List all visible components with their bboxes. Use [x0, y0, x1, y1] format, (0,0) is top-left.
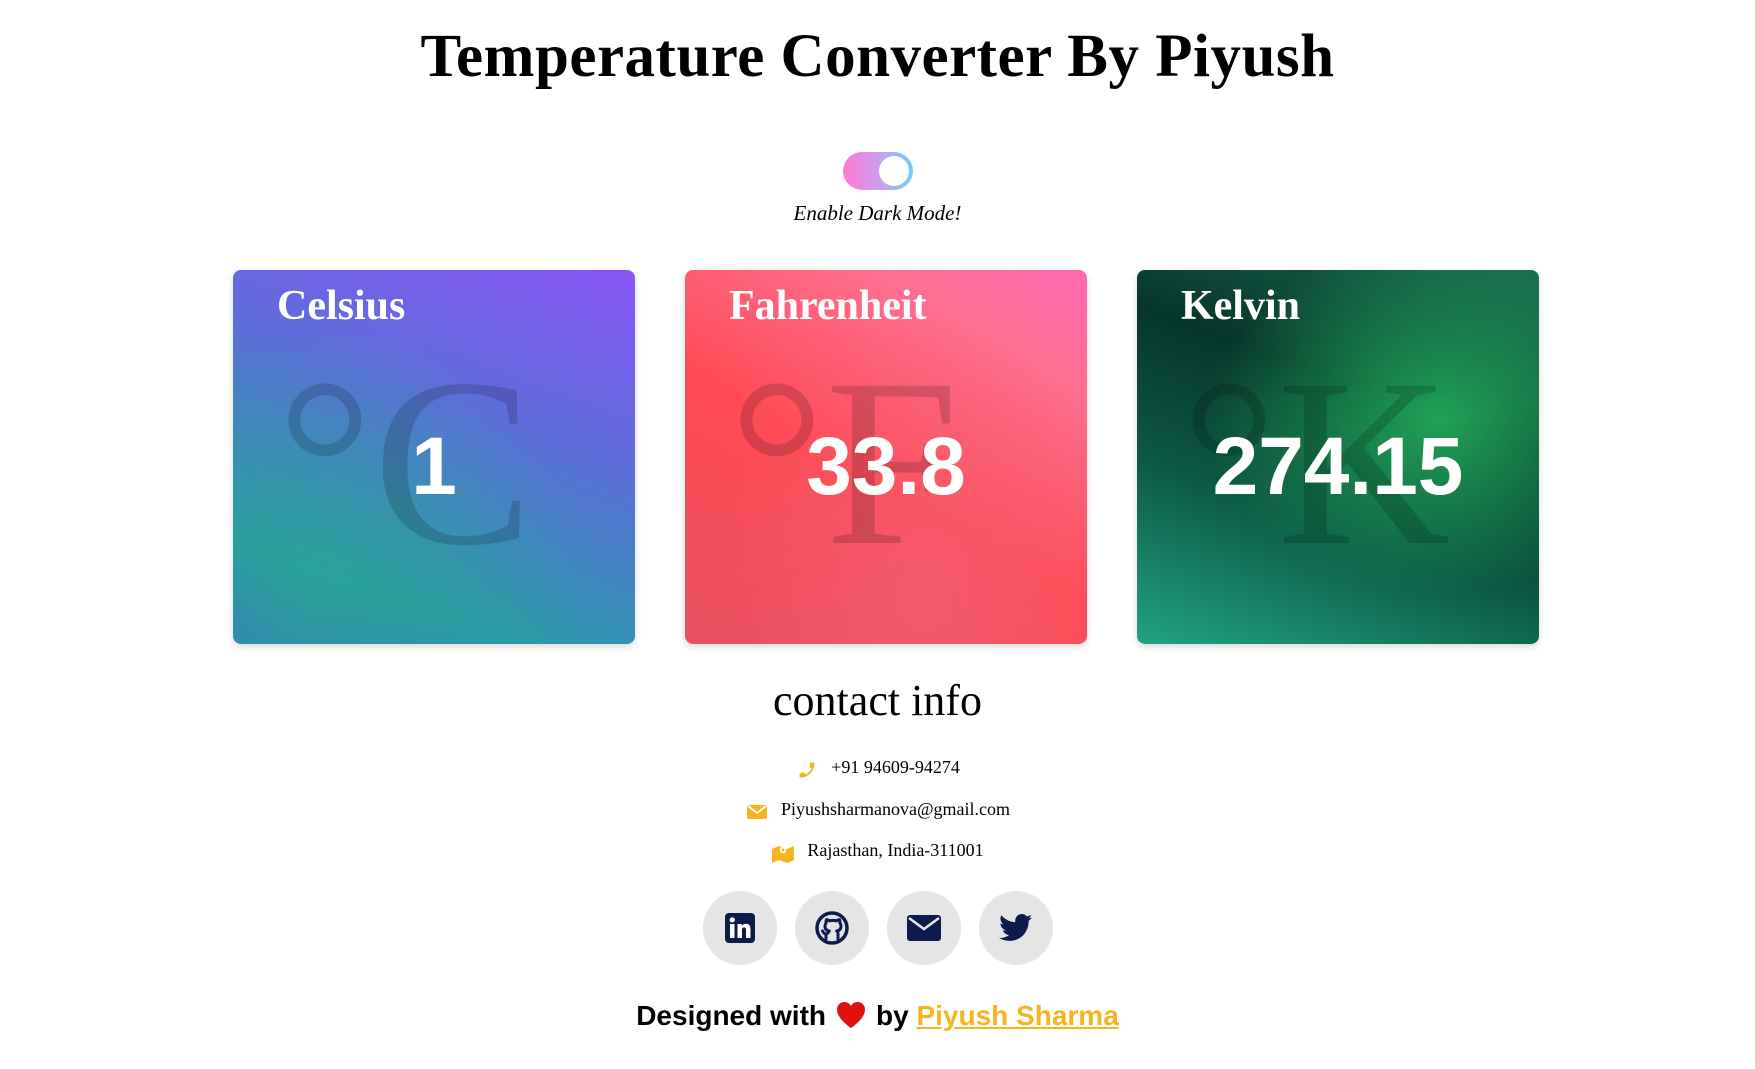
dark-mode-toggle[interactable]	[842, 152, 913, 190]
page-title: Temperature Converter By Piyush	[420, 23, 1335, 90]
envelope-icon	[906, 915, 941, 941]
twitter-button[interactable]	[978, 891, 1053, 965]
toggle-knob	[878, 156, 909, 186]
github-button[interactable]	[794, 891, 869, 965]
github-icon	[814, 911, 849, 945]
linkedin-icon	[724, 913, 755, 943]
footer-by: by	[876, 1000, 909, 1031]
kelvin-card[interactable]: °K Kelvin 274.15	[1137, 270, 1539, 644]
contact-phone: +91 94609-94274	[0, 757, 1755, 780]
author-link[interactable]: Piyush Sharma	[916, 1000, 1118, 1031]
page: Temperature Converter By Piyush Enable D…	[0, 0, 1755, 1069]
envelope-icon	[745, 800, 769, 821]
linkedin-button[interactable]	[702, 891, 777, 965]
kelvin-value[interactable]: 274.15	[1137, 420, 1539, 514]
fahrenheit-value[interactable]: 33.8	[685, 420, 1087, 514]
fahrenheit-card[interactable]: °F Fahrenheit 33.8	[685, 270, 1087, 644]
contact-address: Rajasthan, India-311001	[0, 840, 1755, 863]
contact-email: Piyushsharmanova@gmail.com	[0, 799, 1755, 821]
dark-mode-toggle-group: Enable Dark Mode!	[0, 152, 1755, 226]
email-text: Piyushsharmanova@gmail.com	[780, 799, 1011, 819]
celsius-value[interactable]: 1	[233, 420, 635, 514]
social-links	[0, 891, 1755, 965]
address-text: Rajasthan, India-311001	[807, 840, 984, 860]
fahrenheit-label: Fahrenheit	[729, 283, 927, 329]
heart-icon	[836, 1001, 866, 1036]
kelvin-label: Kelvin	[1181, 283, 1301, 329]
contact-title: contact info	[773, 676, 982, 725]
email-button[interactable]	[886, 891, 961, 965]
phone-text: +91 94609-94274	[831, 757, 960, 777]
celsius-card[interactable]: °C Celsius 1	[233, 270, 635, 644]
twitter-icon	[998, 914, 1032, 941]
dark-mode-label: Enable Dark Mode!	[793, 201, 962, 225]
phone-icon	[795, 758, 819, 780]
converter-cards: °C Celsius 1 °F Fahrenheit 33.8 °K Kelvi…	[233, 270, 1539, 644]
celsius-label: Celsius	[277, 283, 406, 329]
footer-prefix: Designed with	[636, 1000, 826, 1031]
map-marker-icon	[771, 841, 795, 863]
footer: Designed with by Piyush Sharma	[0, 1000, 1755, 1036]
